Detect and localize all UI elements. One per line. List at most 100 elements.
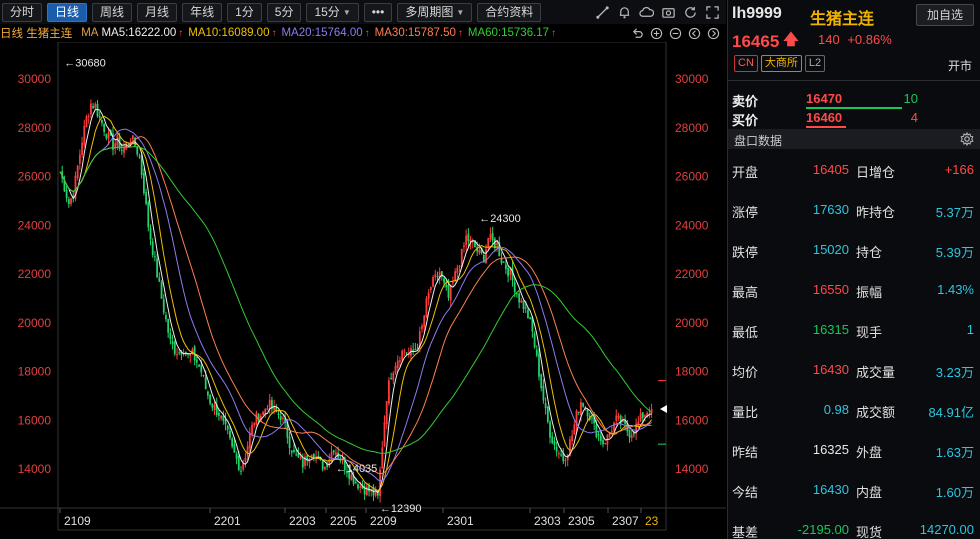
y-tick-label: 22000: [18, 267, 52, 281]
quote-value: 16405: [812, 162, 849, 177]
quote-value: +166: [944, 162, 974, 177]
candle-body: [83, 125, 86, 145]
quote-label: 成交额: [856, 405, 896, 420]
ma-item: MA5:16222.00 ↑: [101, 27, 183, 39]
candle-body: [504, 264, 507, 270]
quote-value: 1.43%: [937, 282, 974, 297]
y-tick-label: 30000: [18, 72, 52, 86]
quote-row: 均价 16430 成交量 3.23万: [728, 362, 980, 380]
candle-body: [396, 360, 399, 369]
candle-body: [206, 391, 209, 396]
y-tick-label: 16000: [18, 413, 52, 427]
candle-body: [167, 318, 170, 333]
candle-body: [255, 412, 258, 425]
refresh-icon[interactable]: [683, 5, 698, 20]
scroll-right-icon[interactable]: [707, 27, 720, 40]
candle-body: [489, 234, 492, 240]
quote-label: 持仓: [856, 245, 883, 260]
period-tab-1min[interactable]: 1分: [227, 2, 262, 22]
candle-body: [403, 350, 406, 352]
quote-value: 17630: [812, 202, 849, 217]
quote-value: 0.98: [823, 402, 849, 417]
x-tick-label: 2203: [289, 514, 316, 528]
candle-body: [235, 453, 238, 459]
zoom-out-icon[interactable]: [669, 27, 682, 40]
candle-body: [604, 443, 607, 445]
fullscreen-icon[interactable]: [705, 5, 720, 20]
scroll-left-icon[interactable]: [688, 27, 701, 40]
candle-body: [87, 116, 90, 118]
period-tab-monthly[interactable]: 月线: [137, 2, 178, 22]
candle-body: [248, 432, 251, 449]
more-button[interactable]: •••: [363, 2, 393, 22]
quote-row: 涨停 17630 昨持仓 5.37万: [728, 202, 980, 220]
extreme-annotation: ←14035: [336, 463, 378, 475]
period-tab-yearly[interactable]: 年线: [182, 2, 223, 22]
quote-label: 现货: [856, 525, 883, 539]
candle-body: [613, 422, 615, 431]
candle-body: [555, 446, 558, 452]
candle-body: [538, 353, 540, 377]
candle-body: [571, 435, 574, 442]
candle-body: [359, 486, 362, 488]
ma-label[interactable]: MA: [81, 27, 98, 39]
candle-body: [513, 282, 516, 292]
candle-body: [516, 293, 518, 295]
candle-body: [131, 135, 134, 140]
candle-body: [101, 119, 103, 124]
y-tick-label: 14000: [18, 462, 52, 476]
minute-period-select[interactable]: 15分 ▼: [306, 2, 359, 22]
candle-body: [301, 459, 304, 468]
level2-tag[interactable]: L2: [804, 55, 826, 72]
up-arrow-icon: ↑: [457, 28, 463, 39]
period-tab-daily[interactable]: 日线: [47, 2, 88, 22]
ma-item: MA30:15787.50 ↑: [375, 27, 463, 39]
candle-body: [198, 364, 200, 367]
candle-body: [432, 276, 434, 287]
period-tab-intraday[interactable]: 分时: [2, 2, 43, 22]
quote-value: -2195.00: [797, 522, 849, 537]
ma20-line: [59, 128, 652, 482]
bell-icon[interactable]: [617, 5, 632, 20]
candle-body: [388, 380, 390, 404]
quote-value: 5.37万: [935, 205, 974, 220]
candle-body: [551, 436, 554, 443]
candle-body: [67, 198, 70, 205]
quote-value: 1: [966, 322, 974, 337]
candle-body: [229, 430, 231, 438]
extreme-annotation: ←30680: [64, 58, 106, 70]
contract-info-button[interactable]: 合约资料: [477, 2, 542, 22]
zoom-in-icon[interactable]: [650, 27, 663, 40]
quote-panel: lh9999 生猪主连 加自选 16465 🡅 140 +0.86% CN 大商…: [727, 0, 980, 539]
candle-body: [630, 434, 633, 438]
quote-row: 跌停 15020 持仓 5.39万: [728, 242, 980, 260]
candle-body: [266, 408, 269, 410]
kline-chart[interactable]: 30000 30000 28000 28000 26000 26000 24000 24000…: [0, 42, 726, 539]
quote-label: 量比: [732, 405, 759, 420]
quote-row: 最低 16315 现手 1: [728, 322, 980, 340]
multi-period-select[interactable]: 多周期图 ▼: [397, 2, 473, 22]
candle-body: [597, 434, 600, 436]
ma-item: MA10:16089.00 ↑: [188, 27, 276, 39]
candle-body: [577, 411, 580, 413]
gear-icon[interactable]: [960, 132, 974, 146]
candle-body: [103, 123, 106, 132]
cloud-icon[interactable]: [639, 5, 654, 20]
screenshot-icon[interactable]: [661, 5, 676, 20]
add-watchlist-button[interactable]: 加自选: [915, 4, 974, 26]
ask-row: 卖价 16470 10: [732, 91, 976, 109]
candle-body: [390, 377, 393, 380]
market-tags: CN 大商所 L2: [734, 55, 826, 72]
candle-body: [520, 300, 523, 303]
draw-line-icon[interactable]: [595, 5, 610, 20]
period-tab-weekly[interactable]: 周线: [92, 2, 133, 22]
change-percent: +0.86%: [847, 32, 892, 47]
candle-body: [650, 408, 653, 414]
undo-icon[interactable]: [631, 27, 644, 40]
y-tick-label: 28000: [18, 121, 52, 135]
quote-row: 基差 -2195.00 现货 14270.00: [728, 522, 980, 539]
y-tick-label-right: 26000: [675, 170, 709, 184]
candle-body: [165, 315, 167, 320]
candle-body: [458, 265, 461, 267]
period-tab-5min[interactable]: 5分: [266, 2, 302, 22]
